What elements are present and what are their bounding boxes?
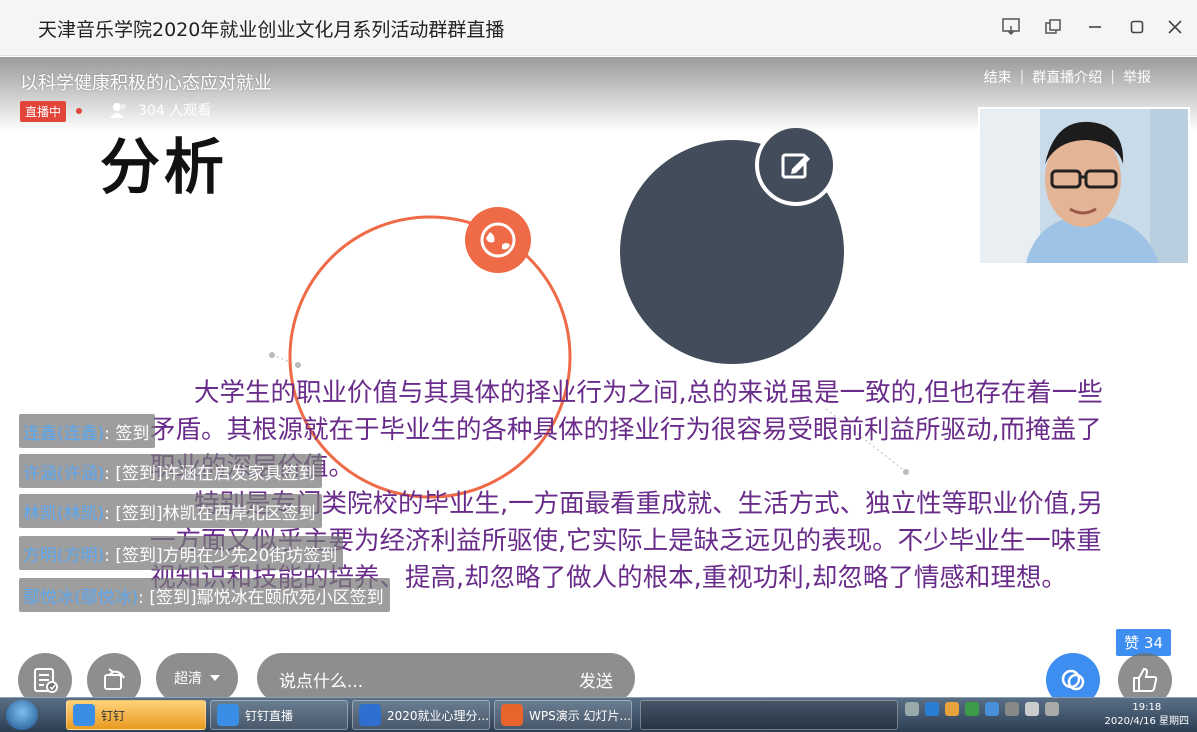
chat-message: 林凯(林凯) : [签到]林凯在西岸北区签到 xyxy=(19,494,322,528)
link-separator: | xyxy=(1019,69,1025,85)
chat-text: : [签到]林凯在西岸北区签到 xyxy=(104,503,316,524)
chat-text: : [签到]鄢悦冰在颐欣苑小区签到 xyxy=(138,587,384,608)
taskbar-item-presentation[interactable]: WPS演示 幻灯片... xyxy=(494,700,632,730)
list-check-icon xyxy=(34,668,58,693)
popout-icon[interactable] xyxy=(1040,14,1066,40)
taskbar: 钉钉 钉钉直播 2020就业心理分... WPS演示 幻灯片... 19:18 … xyxy=(0,697,1197,732)
like-count-badge: 赞 34 xyxy=(1116,629,1171,656)
dingtalk-icon xyxy=(73,704,95,726)
chat-message: 鄢悦冰(鄢悦冰) : [签到]鄢悦冰在颐欣苑小区签到 xyxy=(19,578,390,612)
window-titlebar: 天津音乐学院2020年就业创业文化月系列活动群群直播 xyxy=(0,0,1197,56)
chat-text: : [签到]方明在少先20街坊签到 xyxy=(104,545,338,566)
taskbar-label: 钉钉 xyxy=(101,708,126,723)
minimize-icon[interactable] xyxy=(1082,14,1108,40)
thumbs-up-icon xyxy=(1133,667,1158,692)
wps-writer-icon xyxy=(359,704,381,726)
keyboard-icon[interactable] xyxy=(905,702,919,716)
chat-nick[interactable]: 方明(方明) xyxy=(19,541,104,566)
chat-text: : [签到]许涵在启发家具签到 xyxy=(104,463,316,484)
report-link[interactable]: 举报 xyxy=(1123,67,1151,87)
taskbar-item-dingtalk[interactable]: 钉钉 xyxy=(66,700,206,730)
update-icon[interactable] xyxy=(985,702,999,716)
end-live-link[interactable]: 结束 xyxy=(984,67,1012,87)
system-clock[interactable]: 19:18 2020/4/16 星期四 xyxy=(1105,701,1189,729)
chevron-down-icon xyxy=(210,675,220,681)
live-status-badge: 直播中 xyxy=(20,101,67,122)
send-button[interactable]: 发送 xyxy=(579,667,613,692)
live-app-icon xyxy=(217,704,239,726)
viewers-icon xyxy=(110,103,126,118)
taskbar-label: 2020就业心理分... xyxy=(387,708,489,723)
chat-text: : 签到 xyxy=(104,423,150,444)
volume-icon[interactable] xyxy=(1025,702,1039,716)
chat-message: 连鑫(连鑫) : 签到 xyxy=(19,414,156,448)
live-dot-icon xyxy=(76,108,82,114)
taskbar-toolbar[interactable] xyxy=(640,700,898,730)
quality-label: 超清 xyxy=(174,671,202,687)
viewer-count-text: 304 人观看 xyxy=(138,103,212,119)
chat-nick[interactable]: 林凯(林凯) xyxy=(19,499,104,524)
presenter-webcam[interactable] xyxy=(978,107,1190,265)
taskbar-item-live[interactable]: 钉钉直播 xyxy=(210,700,348,730)
clock-date: 2020/4/16 星期四 xyxy=(1104,716,1189,727)
maximize-icon[interactable] xyxy=(1124,14,1150,40)
clock-time: 19:18 xyxy=(1132,702,1162,713)
link-separator: | xyxy=(1110,69,1115,85)
globe-badge xyxy=(465,207,531,273)
link-icon xyxy=(1061,669,1085,691)
wps-present-icon xyxy=(501,704,523,726)
taskbar-item-document[interactable]: 2020就业心理分... xyxy=(352,700,490,730)
viewer-count: 304 人观看 xyxy=(110,100,211,120)
security-icon[interactable] xyxy=(925,702,939,716)
pin-icon[interactable] xyxy=(998,14,1024,40)
comment-placeholder: 说点什么... xyxy=(279,672,364,692)
live-top-links: 结束 | 群直播介绍 | 举报 xyxy=(984,67,1151,87)
shield-icon[interactable] xyxy=(965,702,979,716)
comment-input[interactable]: 说点什么... 发送 xyxy=(257,653,635,697)
chat-nick[interactable]: 许涵(许涵) xyxy=(19,459,104,484)
chat-nick[interactable]: 鄢悦冰(鄢悦冰) xyxy=(19,583,138,608)
signal-icon[interactable] xyxy=(1045,702,1059,716)
window-title: 天津音乐学院2020年就业创业文化月系列活动群群直播 xyxy=(38,19,505,41)
live-title: 以科学健康积极的心态应对就业 xyxy=(20,73,272,94)
system-tray xyxy=(905,702,1059,716)
close-icon[interactable] xyxy=(1162,14,1188,40)
chat-nick[interactable]: 连鑫(连鑫) xyxy=(19,419,104,444)
app-tray-icon[interactable] xyxy=(945,702,959,716)
chat-message: 方明(方明) : [签到]方明在少先20街坊签到 xyxy=(19,536,344,570)
quality-select[interactable]: 超清 xyxy=(156,653,238,697)
start-button[interactable] xyxy=(6,700,38,730)
taskbar-label: 钉钉直播 xyxy=(245,708,294,723)
presenter-video-icon xyxy=(980,109,1188,263)
chat-message: 许涵(许涵) : [签到]许涵在启发家具签到 xyxy=(19,454,322,488)
network-icon[interactable] xyxy=(1005,702,1019,716)
taskbar-label: WPS演示 幻灯片... xyxy=(529,708,631,723)
live-stage: 分析 大学生的职业价值与其具体的择业行为之间,总的来说虽是一致的,但也存在着一些… xyxy=(0,57,1197,697)
slide-heading: 分析 xyxy=(100,133,228,203)
live-intro-link[interactable]: 群直播介绍 xyxy=(1032,67,1102,87)
rotate-icon xyxy=(104,668,125,690)
